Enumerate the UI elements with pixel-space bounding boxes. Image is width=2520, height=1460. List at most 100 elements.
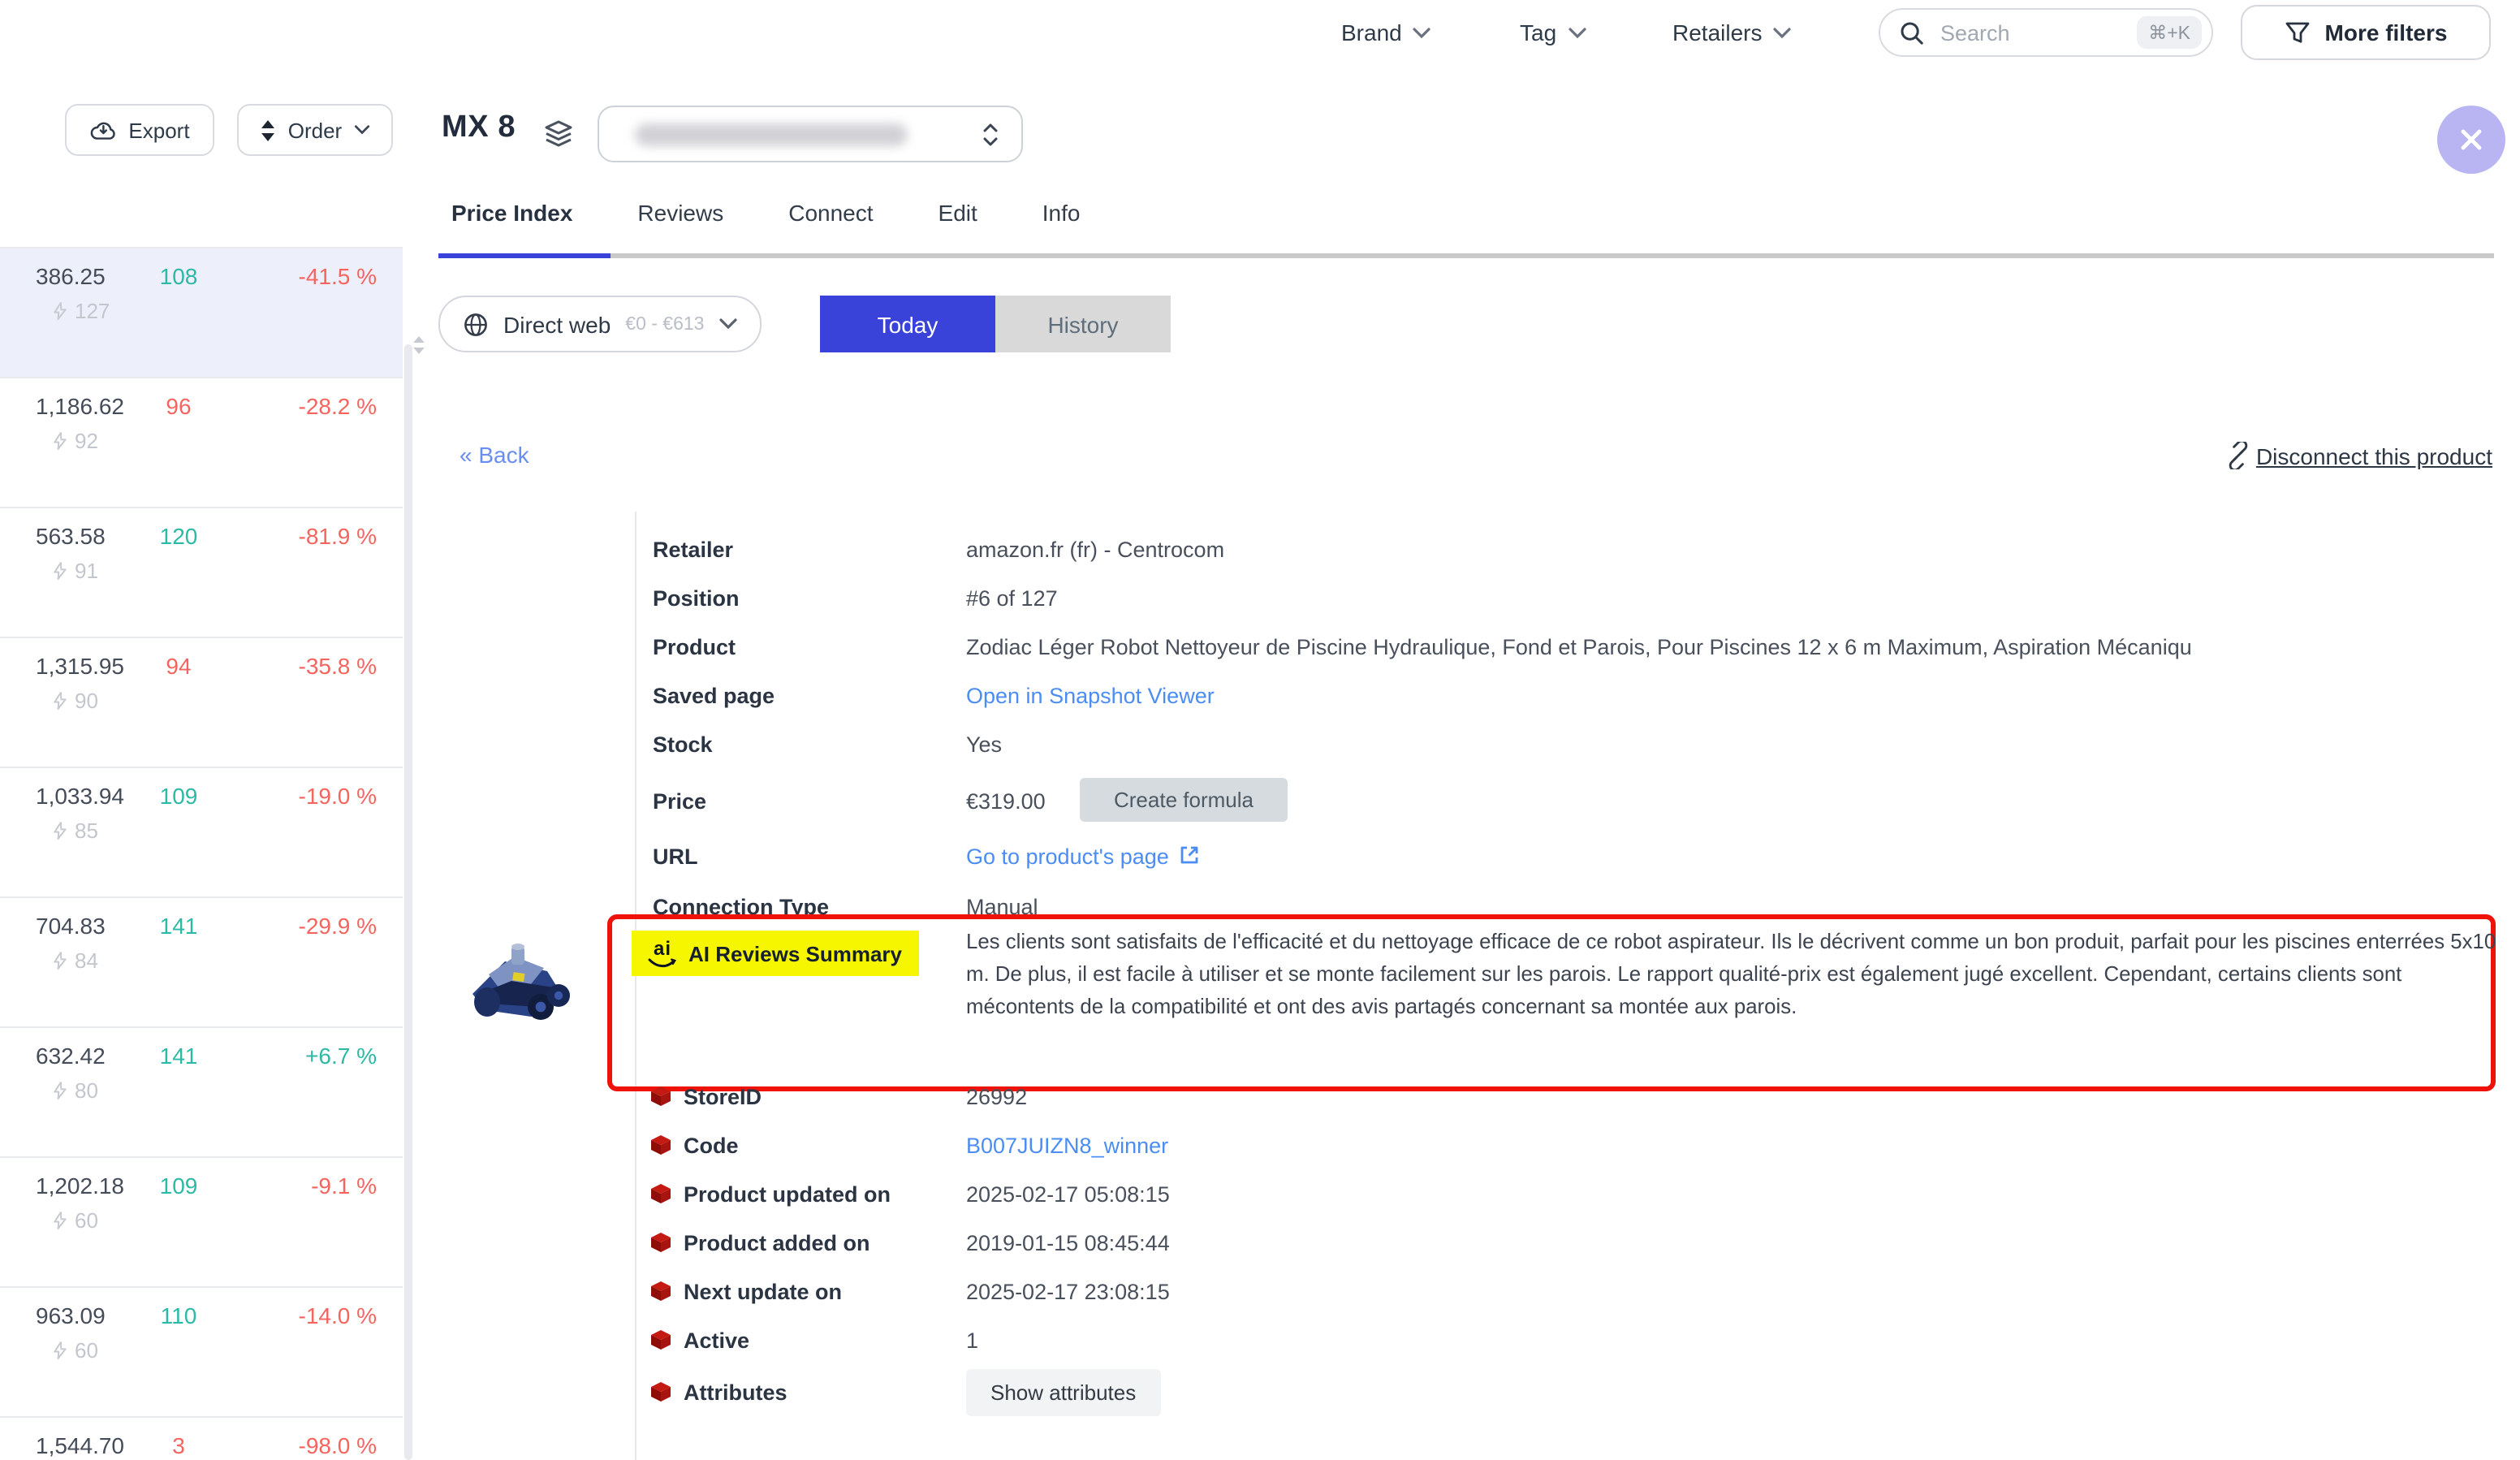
disconnect-product-link[interactable]: Disconnect this product [2225,442,2492,469]
close-icon [2458,127,2484,153]
lightning-icon [52,1080,68,1101]
chevron-down-icon [719,318,737,330]
close-panel-button[interactable] [2437,106,2505,174]
list-item[interactable]: 1,202.18 60 109 -9.1 % [0,1156,403,1286]
source-label: Direct web [503,311,611,337]
order-label: Order [288,118,342,142]
detail-value-product: Zodiac Léger Robot Nettoyeur de Piscine … [966,635,2501,659]
disconnect-label: Disconnect this product [2256,443,2492,469]
active-tab-indicator [438,253,611,258]
create-formula-button[interactable]: Create formula [1080,778,1288,822]
tab-reviews[interactable]: Reviews [637,200,723,226]
chevron-down-icon [1774,27,1792,38]
list-item[interactable]: 386.25 127 108 -41.5 % [0,247,403,377]
sub-count: 60 [52,1338,98,1363]
avg-value: 1,315.95 [36,653,124,679]
sub-count: 91 [52,559,98,583]
list-item[interactable]: 632.42 80 141 +6.7 % [0,1026,403,1156]
list-item[interactable]: 1,033.94 85 109 -19.0 % [0,767,403,896]
dif-chp-value: -29.9 % [299,913,378,939]
sub-count: 60 [52,1208,98,1233]
lightning-icon [52,690,68,711]
tab-info[interactable]: Info [1042,200,1081,226]
list-item[interactable]: 563.58 91 120 -81.9 % [0,507,403,637]
toggle-history[interactable]: History [995,296,1171,352]
list-item[interactable]: 1,186.62 92 96 -28.2 % [0,377,403,507]
dif-chp-value: -14.0 % [299,1302,378,1328]
lightning-icon [52,560,68,581]
database-cube-icon [649,1134,672,1156]
ai-reviews-summary-label: AI Reviews Summary [688,941,902,965]
list-item[interactable]: 704.83 84 141 -29.9 % [0,896,403,1026]
sidebar-scrollbar[interactable] [404,344,412,1460]
database-cube-icon [649,1085,672,1108]
pi-avg-value: 141 [130,913,227,939]
avg-value: 632.42 [36,1043,106,1069]
filter-funnel-icon [2285,20,2311,45]
meta-label: Product added on [684,1231,870,1255]
detail-value-stock: Yes [966,732,1002,757]
detail-label: Retailer [653,538,733,562]
updown-chevron-icon [982,122,999,148]
source-dropdown[interactable]: Direct web €0 - €613 [438,296,762,352]
toggle-today[interactable]: Today [820,296,995,352]
search-shortcut-badge: ⌘+K [2137,16,2202,49]
dif-chp-value: -19.0 % [299,783,378,809]
meta-label: Attributes [684,1380,788,1405]
tab-price-index[interactable]: Price Index [451,200,572,226]
meta-value-next-update: 2025-02-17 23:08:15 [966,1280,1170,1304]
meta-label: Product updated on [684,1182,891,1207]
more-filters-label: More filters [2325,19,2448,45]
detail-label: Position [653,586,740,611]
pi-avg-value: 141 [130,1043,227,1069]
page-title: MX 8 [442,110,516,146]
sort-icon[interactable] [412,336,425,354]
sub-count: 127 [52,299,110,323]
product-code-link[interactable]: B007JUIZN8_winner [966,1134,1168,1158]
snapshot-viewer-link[interactable]: Open in Snapshot Viewer [966,684,1215,708]
detail-label: Saved page [653,684,775,708]
show-attributes-button[interactable]: Show attributes [966,1369,1160,1416]
redacted-product-name [635,123,908,146]
meta-label: Code [684,1134,739,1158]
list-item[interactable]: 963.09 60 110 -14.0 % [0,1286,403,1416]
product-selector-dropdown[interactable] [598,106,1023,162]
dif-chp-value: -81.9 % [299,523,378,549]
chevron-down-icon [353,125,369,135]
database-cube-icon [649,1328,672,1351]
pi-avg-value: 96 [130,393,227,419]
search-box[interactable]: ⌘+K [1879,8,2213,57]
list-item[interactable]: 1,544.70 3 -98.0 % [0,1416,403,1460]
pi-avg-value: 109 [130,1173,227,1199]
order-button[interactable]: Order [237,104,393,156]
more-filters-button[interactable]: More filters [2241,5,2491,60]
app-window: Brand Tag Retailers ⌘+K More filters Exp… [0,0,2520,1460]
back-link[interactable]: « Back [460,442,529,468]
pi-avg-value: 3 [130,1432,227,1458]
export-button[interactable]: Export [65,104,214,156]
tag-filter-dropdown[interactable]: Tag [1520,19,1586,45]
avg-value: 563.58 [36,523,106,549]
source-price-range: €0 - €613 [625,314,704,334]
lightning-icon [52,1340,68,1361]
detail-value-retailer: amazon.fr (fr) - Centrocom [966,538,1224,562]
product-page-link[interactable]: Go to product's page [966,844,1169,869]
tab-edit[interactable]: Edit [939,200,977,226]
globe-icon [463,311,489,337]
list-item[interactable]: 1,315.95 90 94 -35.8 % [0,637,403,767]
avg-value: 1,202.18 [36,1173,124,1199]
brand-filter-dropdown[interactable]: Brand [1341,19,1431,45]
retailers-filter-dropdown[interactable]: Retailers [1672,19,1792,45]
meta-value-updated: 2025-02-17 05:08:15 [966,1182,1170,1207]
broken-link-icon [2225,442,2253,469]
search-input[interactable] [1937,19,2124,46]
ai-logo-icon: ai [648,939,677,968]
database-cube-icon [649,1231,672,1254]
detail-value-position: #6 of 127 [966,586,1058,611]
dif-chp-value: +6.7 % [305,1043,377,1069]
tab-connect[interactable]: Connect [788,200,873,226]
search-icon [1900,20,1924,45]
layers-icon[interactable] [542,117,575,149]
lightning-icon [52,1210,68,1231]
avg-value: 1,544.70 [36,1432,124,1458]
